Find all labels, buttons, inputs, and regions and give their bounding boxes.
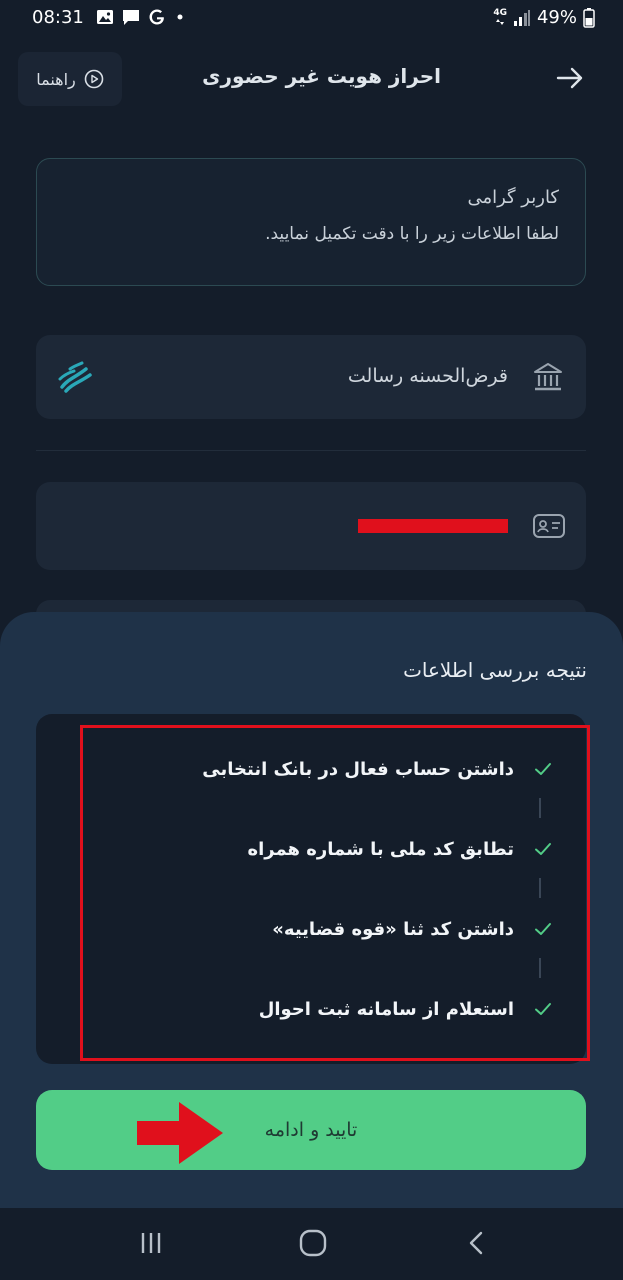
resalat-logo [58,361,92,393]
network-type: 4G [493,8,507,18]
sheet-title: نتیجه بررسی اطلاعات [403,658,587,682]
info-title: کاربر گرامی [467,187,559,208]
image-icon [97,10,113,24]
system-nav-bar [0,1208,623,1280]
continue-label: تایید و ادامه [264,1119,358,1141]
annotation-highlight-box [80,725,590,1061]
home-icon[interactable] [298,1228,328,1258]
info-subtitle: لطفا اطلاعات زیر را با دقت تکمیل نمایید. [265,224,559,244]
bank-field[interactable]: قرض‌الحسنه رسالت [36,335,586,419]
google-icon [149,9,164,25]
page-title: احراز هویت غیر حضوری [202,64,441,88]
dot-icon [177,14,183,20]
annotation-arrow-icon [137,1102,223,1164]
status-time: 08:31 [32,7,84,28]
network-indicator: 4G [493,9,507,26]
status-bar: 08:31 4G 49% [0,0,623,38]
notification-icons [96,8,186,26]
recent-apps-icon[interactable] [138,1230,164,1256]
divider [36,450,586,451]
bank-name: قرض‌الحسنه رسالت [347,365,508,387]
continue-button[interactable]: تایید و ادامه [36,1090,586,1170]
play-circle-icon [84,69,104,89]
data-arrows-icon [496,19,505,25]
message-icon [123,9,139,25]
bank-icon [534,363,562,391]
status-right: 4G 49% [493,7,595,28]
app-header: راهنما احراز هویت غیر حضوری [0,38,623,120]
national-id-field[interactable] [36,482,586,570]
back-chevron-icon[interactable] [466,1230,486,1256]
redaction-bar [358,519,508,533]
help-label: راهنما [36,69,76,89]
battery-icon [583,7,595,28]
info-card: کاربر گرامی لطفا اطلاعات زیر را با دقت ت… [36,158,586,286]
help-button[interactable]: راهنما [18,52,122,106]
id-card-icon [533,514,565,538]
battery-percent: 49% [536,7,577,28]
signal-icon [513,9,530,26]
arrow-right-icon[interactable] [555,66,585,90]
